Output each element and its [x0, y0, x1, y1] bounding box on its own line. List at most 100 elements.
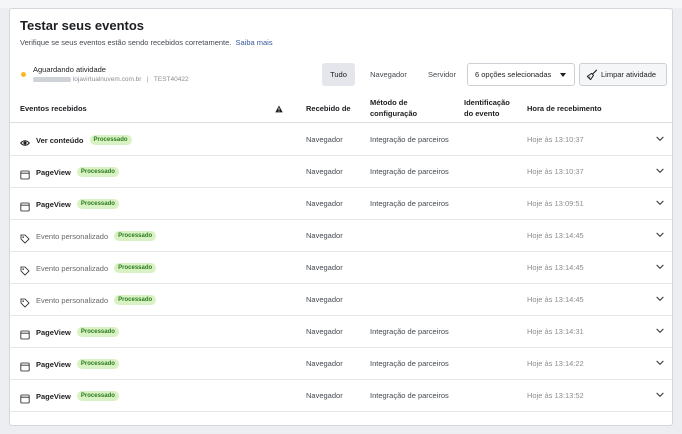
- event-name: PageView: [36, 327, 71, 337]
- status-test-code: TEST40422: [153, 76, 189, 83]
- col-receipt-time: Hora de recebimento: [527, 104, 602, 113]
- receipt-time-cell: Hoje às 13:14:45: [527, 295, 584, 304]
- status-badge: Processado: [76, 327, 119, 337]
- page-title: Testar seus eventos: [20, 18, 145, 33]
- setup-method-cell: Integração de parceiros: [370, 359, 449, 368]
- learn-more-link[interactable]: Saiba mais: [235, 38, 272, 47]
- receipt-time-cell: Hoje às 13:13:52: [527, 391, 584, 400]
- receipt-time-cell: Hoje às 13:14:22: [527, 359, 584, 368]
- table-row[interactable]: Evento personalizado Processado Navegador H…: [10, 220, 672, 252]
- receipt-time-cell: Hoje às 13:09:51: [527, 199, 584, 208]
- page-subtitle: Verifique se seus eventos estão sendo re…: [20, 38, 273, 47]
- setup-method-cell: Integração de parceiros: [370, 391, 449, 400]
- filter-tab-all[interactable]: Tudo: [322, 63, 355, 86]
- received-from-cell: Navegador: [306, 199, 343, 208]
- table-row[interactable]: Evento personalizado Processado Navegador H…: [10, 284, 672, 316]
- table-row[interactable]: Ver conteúdo Processado Navegador Integraçã…: [10, 124, 672, 156]
- received-from-cell: Navegador: [306, 391, 343, 400]
- clear-activity-button[interactable]: Limpar atividade: [579, 63, 667, 86]
- filter-tab-browser[interactable]: Navegador: [361, 63, 416, 86]
- chevron-down-icon[interactable]: [656, 392, 664, 398]
- window-icon: [20, 167, 30, 180]
- table-row[interactable]: PageView Processado Navegador Integração de…: [10, 316, 672, 348]
- event-name-cell: PageView Processado: [20, 359, 119, 372]
- event-name: Evento personalizado: [36, 263, 109, 273]
- tag-icon: [20, 295, 30, 308]
- event-name-cell: Evento personalizado Processado: [20, 263, 157, 276]
- receipt-time-cell: Hoje às 13:14:45: [527, 231, 584, 240]
- event-name-cell: PageView Processado: [20, 199, 119, 212]
- window-icon: [20, 199, 30, 212]
- col-events: Eventos recebidos: [20, 104, 87, 113]
- chevron-down-icon[interactable]: [656, 296, 664, 302]
- eye-icon: [19, 135, 31, 146]
- window-icon: [20, 391, 30, 404]
- status-badge: Processado: [76, 391, 119, 401]
- status-badge: Processado: [89, 135, 132, 145]
- received-from-cell: Navegador: [306, 327, 343, 336]
- col-method-line2: configuração: [370, 109, 418, 118]
- table-row[interactable]: PageView Processado Navegador Integração de…: [10, 380, 672, 412]
- status-domain: lojavirtualnuvem.com.br: [72, 76, 142, 83]
- received-from-cell: Navegador: [306, 231, 343, 240]
- receipt-time-cell: Hoje às 13:10:37: [527, 135, 584, 144]
- select-value: 6 opções selecionadas: [475, 70, 552, 79]
- subtitle-text: Verifique se seus eventos estão sendo re…: [20, 38, 232, 47]
- col-event-id-line1: Identificação: [464, 98, 510, 107]
- window-icon: [20, 327, 30, 340]
- caret-down-icon: [560, 73, 566, 77]
- received-from-cell: Navegador: [306, 295, 343, 304]
- tag-icon: [20, 231, 30, 244]
- receipt-time-cell: Hoje às 13:10:37: [527, 167, 584, 176]
- status-badge: Processado: [76, 359, 119, 369]
- warning-icon[interactable]: [275, 105, 283, 113]
- table-row[interactable]: PageView Processado Navegador Integração de…: [10, 156, 672, 188]
- chevron-down-icon[interactable]: [656, 328, 664, 334]
- status-badge: Processado: [114, 231, 157, 241]
- status-badge: Processado: [76, 167, 119, 177]
- chevron-down-icon[interactable]: [656, 264, 664, 270]
- status-dot-icon: [21, 72, 26, 77]
- clear-activity-label: Limpar atividade: [601, 70, 657, 79]
- chevron-down-icon[interactable]: [656, 168, 664, 174]
- setup-method-cell: Integração de parceiros: [370, 327, 449, 336]
- received-from-cell: Navegador: [306, 359, 343, 368]
- received-from-cell: Navegador: [306, 135, 343, 144]
- status-meta: lojavirtualnuvem.com.br | TEST40422: [33, 76, 189, 83]
- receipt-time-cell: Hoje às 13:14:31: [527, 327, 584, 336]
- table-row[interactable]: PageView Processado Navegador Integração de…: [10, 188, 672, 220]
- chevron-down-icon[interactable]: [656, 200, 664, 206]
- status-badge: Processado: [114, 263, 157, 273]
- setup-method-cell: Integração de parceiros: [370, 135, 449, 144]
- tag-icon: [20, 263, 30, 276]
- event-options-select[interactable]: 6 opções selecionadas: [467, 63, 575, 86]
- event-name: PageView: [36, 167, 71, 177]
- window-top-strip: [0, 0, 682, 8]
- chevron-down-icon[interactable]: [656, 136, 664, 142]
- setup-method-cell: Integração de parceiros: [370, 167, 449, 176]
- chevron-down-icon[interactable]: [656, 232, 664, 238]
- col-event-id-line2: do evento: [464, 109, 500, 118]
- table-row[interactable]: PageView Processado Navegador Integração de…: [10, 348, 672, 380]
- event-name: PageView: [36, 391, 71, 401]
- status-badge: Processado: [76, 199, 119, 209]
- setup-method-cell: Integração de parceiros: [370, 199, 449, 208]
- table-header: Eventos recebidos Recebido de Método de …: [10, 95, 672, 123]
- filter-tab-server[interactable]: Servidor: [418, 63, 466, 86]
- chevron-down-icon[interactable]: [656, 360, 664, 366]
- status-badge: Processado: [114, 295, 157, 305]
- event-name: Evento personalizado: [36, 231, 109, 241]
- event-name: Evento personalizado: [36, 295, 109, 305]
- status-separator: |: [146, 76, 149, 83]
- event-name-cell: Evento personalizado Processado: [20, 295, 157, 308]
- status-label: Aguardando atividade: [33, 65, 106, 74]
- event-name: PageView: [36, 199, 71, 209]
- redacted-block: [33, 76, 71, 82]
- broom-icon: [586, 69, 598, 81]
- event-name-cell: Evento personalizado Processado: [20, 231, 157, 244]
- event-name-cell: PageView Processado: [20, 167, 119, 180]
- event-name-cell: Ver conteúdo Processado: [19, 135, 132, 146]
- table-row[interactable]: Evento personalizado Processado Navegador H…: [10, 252, 672, 284]
- received-from-cell: Navegador: [306, 263, 343, 272]
- window-icon: [20, 359, 30, 372]
